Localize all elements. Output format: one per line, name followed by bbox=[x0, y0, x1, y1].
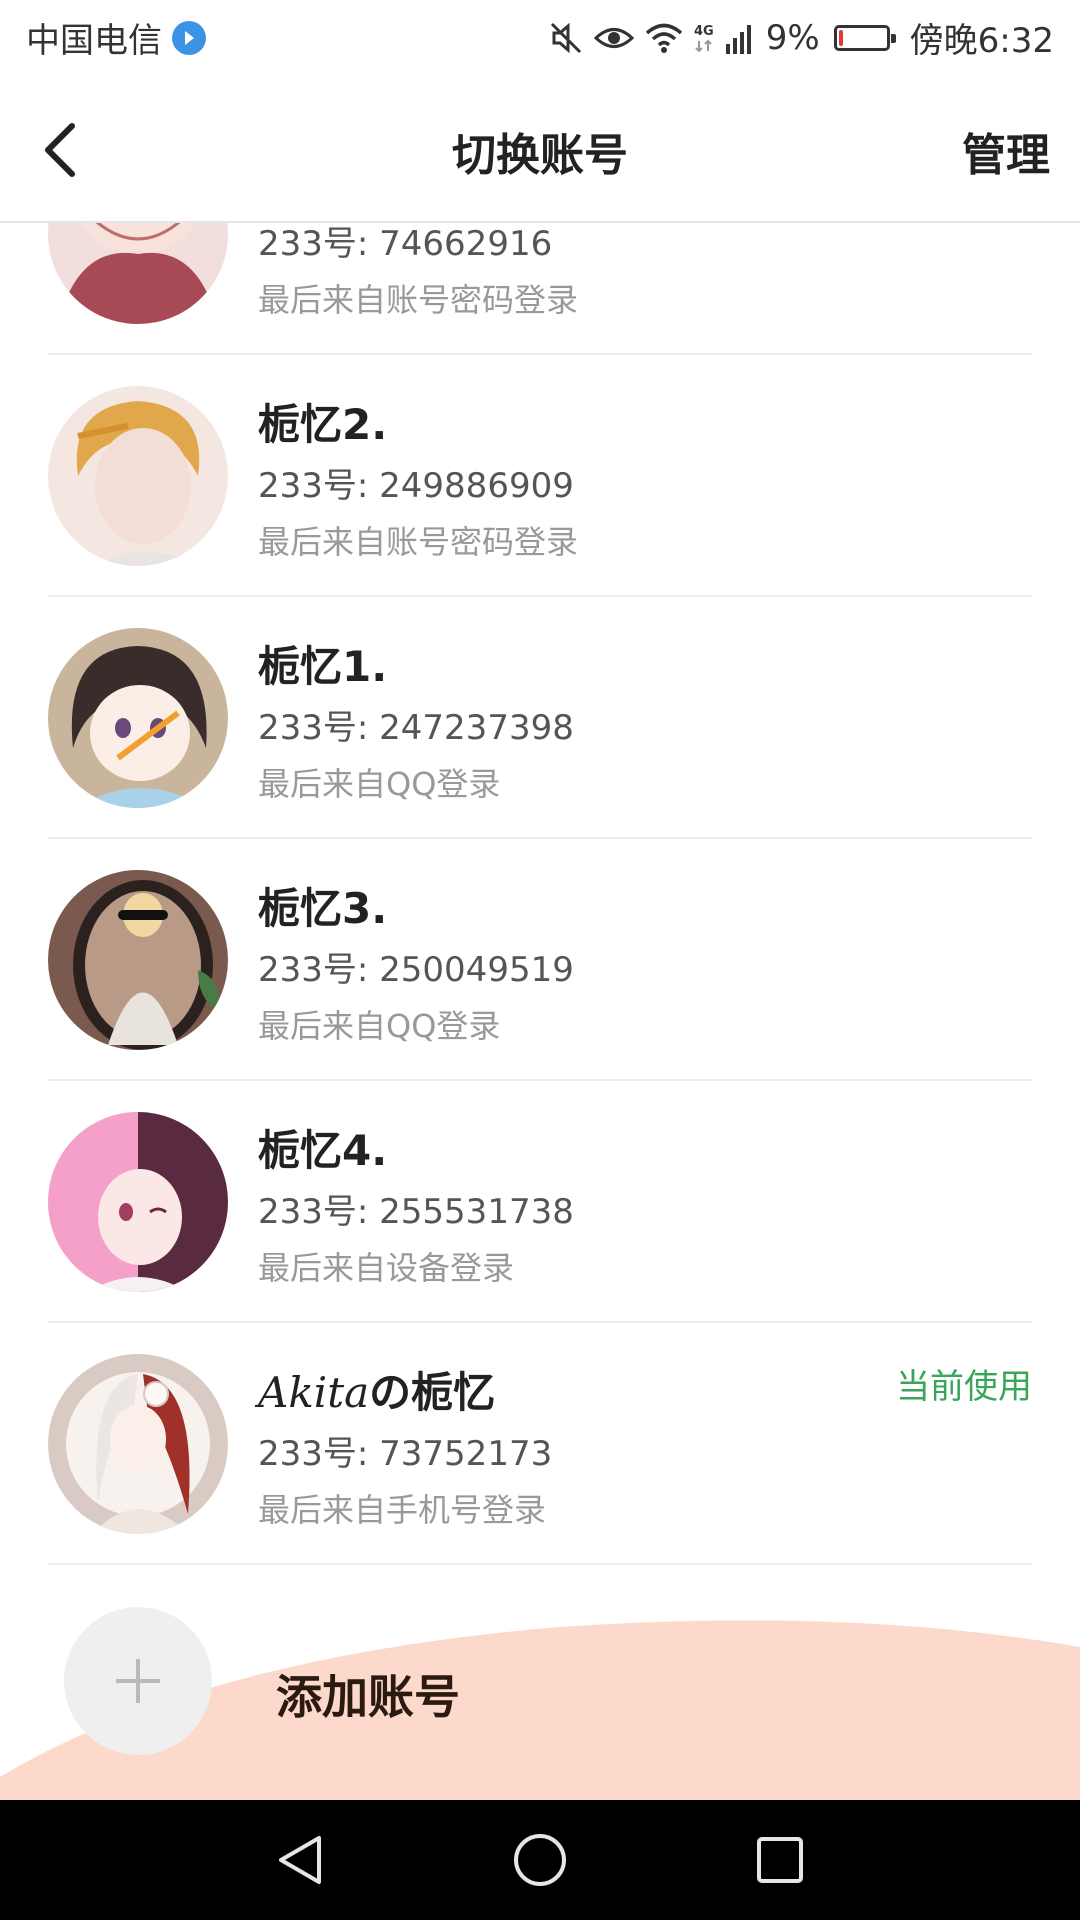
avatar bbox=[48, 1354, 228, 1534]
account-item[interactable]: 栀忆4. 233号: 255531738 最后来自设备登录 bbox=[48, 1081, 1032, 1323]
account-login-source: 最后来自手机号登录 bbox=[258, 1491, 547, 1529]
nav-back-button[interactable] bbox=[265, 1830, 335, 1890]
recents-square-icon bbox=[757, 1837, 803, 1883]
account-login-source: 最后来自QQ登录 bbox=[258, 1007, 501, 1045]
status-bar: 中国电信 4G 9% 傍晚6:32 bbox=[0, 0, 1080, 75]
battery-level bbox=[838, 29, 843, 46]
account-name: Akitaの栀忆 bbox=[258, 1359, 495, 1420]
account-name-rest: の栀忆 bbox=[369, 1368, 496, 1417]
nav-home-button[interactable] bbox=[505, 1830, 575, 1890]
svg-text:4G: 4G bbox=[694, 24, 714, 39]
account-name: 栀忆2. bbox=[258, 400, 388, 449]
current-account-badge: 当前使用 bbox=[896, 1367, 1032, 1407]
account-list-content: 233号: 74662916 最后来自账号密码登录 栀忆2. 233号: 249… bbox=[0, 223, 1080, 1565]
account-name: 栀忆4. bbox=[258, 1126, 388, 1175]
page-title: 切换账号 bbox=[452, 130, 628, 181]
add-account-label[interactable]: 添加账号 bbox=[276, 1661, 460, 1727]
back-triangle-icon bbox=[279, 1836, 321, 1884]
eye-icon bbox=[593, 23, 634, 53]
add-account-button[interactable] bbox=[64, 1607, 212, 1755]
wifi-icon bbox=[644, 22, 684, 54]
clock: 傍晚6:32 bbox=[909, 21, 1054, 61]
account-login-source: 最后来自QQ登录 bbox=[258, 765, 501, 803]
account-item[interactable]: 233号: 74662916 最后来自账号密码登录 bbox=[48, 223, 1032, 355]
avatar bbox=[48, 386, 228, 566]
carrier-name: 中国电信 bbox=[26, 21, 162, 61]
title-bar: 切换账号 管理 bbox=[0, 75, 1080, 223]
account-id: 233号: 74662916 bbox=[258, 224, 553, 264]
avatar bbox=[48, 223, 228, 324]
account-item[interactable]: 栀忆1. 233号: 247237398 最后来自QQ登录 bbox=[48, 597, 1032, 839]
account-id: 233号: 249886909 bbox=[258, 466, 574, 506]
nav-recents-button[interactable] bbox=[745, 1830, 815, 1890]
account-login-source: 最后来自账号密码登录 bbox=[258, 281, 579, 319]
account-name: 栀忆3. bbox=[258, 884, 388, 933]
account-item[interactable]: 栀忆2. 233号: 249886909 最后来自账号密码登录 bbox=[48, 355, 1032, 597]
avatar bbox=[48, 870, 228, 1050]
battery-icon bbox=[833, 24, 896, 51]
battery-percent: 9% bbox=[765, 17, 820, 58]
account-login-source: 最后来自账号密码登录 bbox=[258, 523, 579, 561]
mute-icon bbox=[548, 20, 584, 56]
4g-icon: 4G bbox=[694, 21, 716, 55]
account-name: 栀忆1. bbox=[258, 642, 388, 691]
home-circle-icon bbox=[514, 1834, 566, 1886]
account-item-current[interactable]: Akitaの栀忆 当前使用 233号: 73752173 最后来自手机号登录 bbox=[48, 1323, 1032, 1565]
account-id: 233号: 250049519 bbox=[258, 950, 574, 990]
status-bar-left: 中国电信 bbox=[26, 13, 206, 62]
hd-badge-icon bbox=[172, 20, 206, 55]
account-id: 233号: 73752173 bbox=[258, 1434, 553, 1474]
system-nav-bar bbox=[0, 1800, 1080, 1920]
signal-icon bbox=[725, 22, 756, 54]
account-name-italic-part: Akita bbox=[258, 1368, 370, 1417]
status-bar-right: 4G 9% 傍晚6:32 bbox=[548, 13, 1054, 62]
account-list[interactable]: 233号: 74662916 最后来自账号密码登录 栀忆2. 233号: 249… bbox=[0, 223, 1080, 1567]
avatar bbox=[48, 1112, 228, 1292]
avatar bbox=[48, 628, 228, 808]
account-item[interactable]: 栀忆3. 233号: 250049519 最后来自QQ登录 bbox=[48, 839, 1032, 1081]
plus-icon bbox=[116, 1659, 160, 1703]
account-id: 233号: 247237398 bbox=[258, 708, 574, 748]
manage-button[interactable]: 管理 bbox=[962, 119, 1050, 183]
add-account-row[interactable]: 添加账号 bbox=[0, 1567, 1080, 1800]
account-id: 233号: 255531738 bbox=[258, 1192, 574, 1232]
account-login-source: 最后来自设备登录 bbox=[258, 1249, 515, 1287]
